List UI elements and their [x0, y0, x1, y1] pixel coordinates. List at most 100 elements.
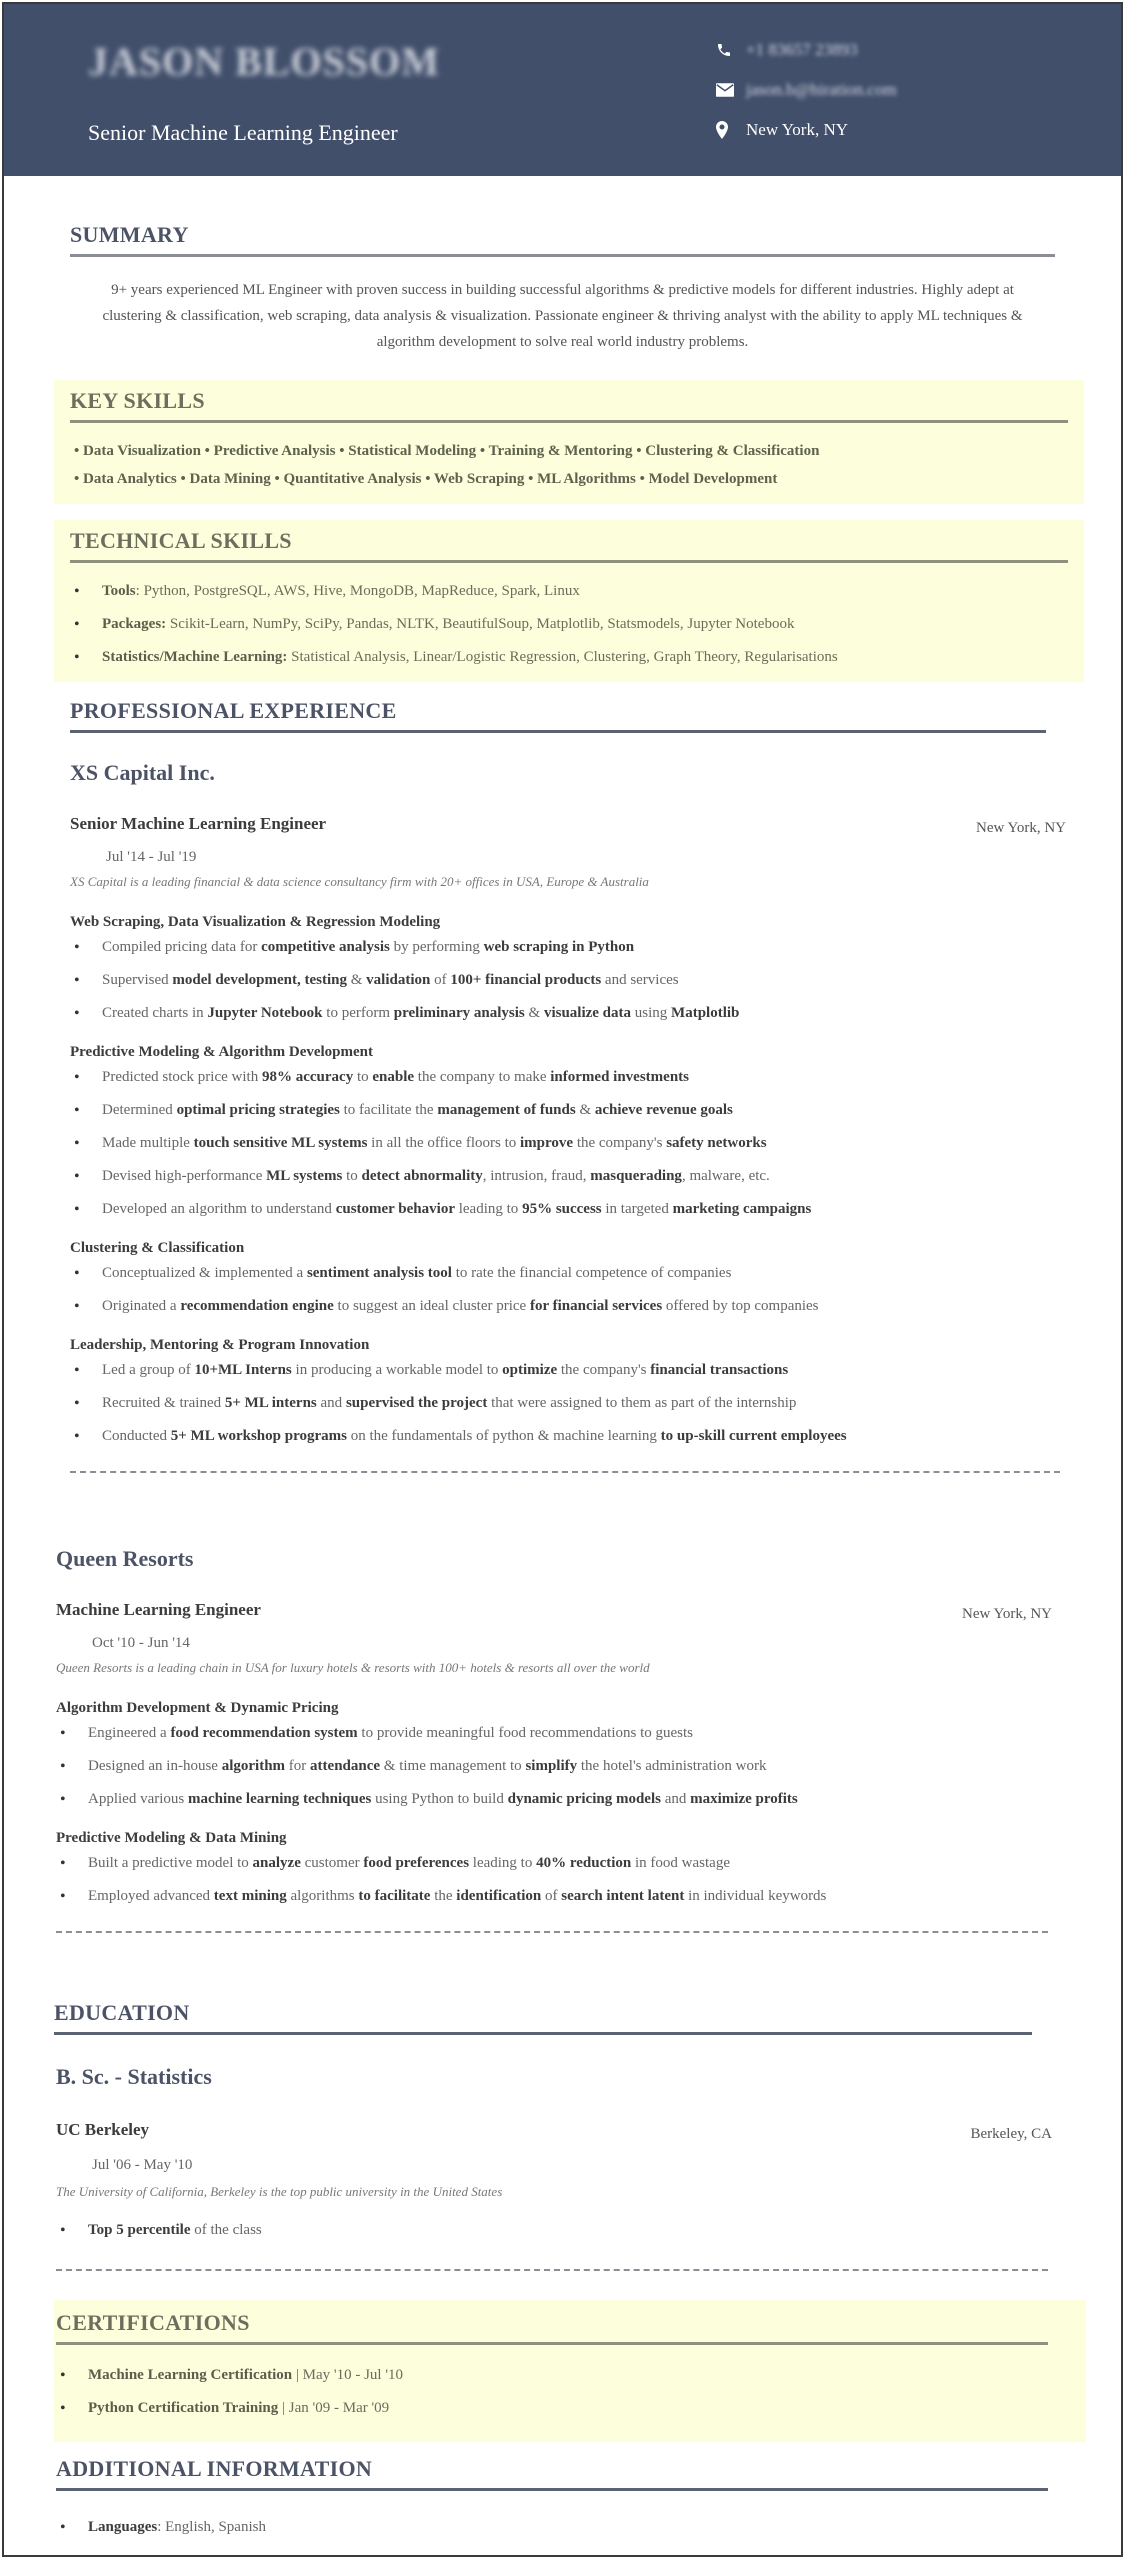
text: Originated a [102, 1298, 181, 1314]
technical-skills-list: Tools: Python, PostgreSQL, AWS, Hive, Mo… [70, 575, 1068, 674]
bold-text: informed investments [550, 1069, 690, 1085]
text: & [524, 1005, 544, 1021]
bold-text: attendance [310, 1758, 381, 1774]
skill-value: Statistical Analysis, Linear/Logistic Re… [291, 649, 838, 665]
job-title: Senior Machine Learning Engineer [70, 814, 327, 833]
contact-location-text: New York, NY [746, 120, 849, 139]
certification-dates: | May '10 - Jul '10 [292, 2367, 404, 2383]
technical-skill-item: Statistics/Machine Learning: Statistical… [70, 641, 1068, 674]
bold-text: achieve revenue goals [594, 1102, 733, 1118]
list-item: Predicted stock price with 98% accuracy … [70, 1061, 1066, 1094]
list-item: Developed an algorithm to understand cus… [70, 1193, 1066, 1226]
bold-text: web scraping in Python [483, 939, 635, 955]
education-bullets: Top 5 percentile of the class [56, 2214, 1052, 2247]
summary-rule [70, 254, 1055, 257]
list-item: Designed an in-house algorithm for atten… [56, 1750, 1052, 1783]
text: to [353, 1069, 373, 1085]
experience-section: PROFESSIONAL EXPERIENCE [70, 698, 1046, 733]
list-item: Originated a recommendation engine to su… [70, 1290, 1066, 1323]
job-dates: Jul '14 - Jul '19 [106, 849, 197, 865]
key-skills-rule [70, 420, 1068, 423]
text: by performing [389, 939, 484, 955]
text: Built a predictive model to [88, 1855, 253, 1871]
text: customer [300, 1855, 364, 1871]
skill-value: Scikit-Learn, NumPy, SciPy, Pandas, NLTK… [169, 616, 795, 632]
technical-skills-heading: TECHNICAL SKILLS [70, 528, 292, 553]
job-entry: XS Capital Inc. Senior Machine Learning E… [70, 760, 1066, 1473]
text: & time management to [380, 1758, 526, 1774]
job-title: Machine Learning Engineer [56, 1600, 261, 1619]
text: the company's [557, 1362, 651, 1378]
additional-list: Languages: English, Spanish [56, 2511, 1048, 2544]
text: Conceptualized & implemented a [102, 1265, 307, 1281]
bold-text: 5+ ML workshop programs [170, 1428, 347, 1444]
skill-label: Statistics/Machine Learning: [102, 649, 288, 665]
text: to provide meaningful food recommendatio… [357, 1725, 694, 1741]
text: Engineered a [88, 1725, 171, 1741]
text: in targeted [601, 1201, 673, 1217]
school-description: The University of California, Berkeley i… [56, 2184, 503, 2199]
technical-skill-item: Tools: Python, PostgreSQL, AWS, Hive, Mo… [70, 575, 1068, 608]
job-entry: Queen Resorts Machine Learning Engineer Ne… [56, 1546, 1052, 1933]
text: and [316, 1395, 346, 1411]
bold-text: Jupyter Notebook [207, 1005, 323, 1021]
additional-label: Languages [88, 2519, 158, 2535]
bold-text: enable [372, 1069, 415, 1085]
bold-text: search intent latent [561, 1888, 685, 1904]
bold-text: 100+ financial products [450, 972, 602, 988]
bold-text: recommendation engine [180, 1298, 334, 1314]
bold-text: identification [456, 1888, 542, 1904]
bold-text: simplify [525, 1758, 578, 1774]
achievement-list: Engineered a food recommendation system … [56, 1717, 1052, 1816]
education-dates: Jul '06 - May '10 [92, 2157, 193, 2173]
text: the company's [573, 1135, 667, 1151]
text: & [575, 1102, 595, 1118]
skill-label: Tools [102, 583, 136, 599]
certifications-section: CERTIFICATIONS Machine Learning Certific… [54, 2300, 1086, 2442]
text: leading to [454, 1201, 523, 1217]
bold-text: 10+ML Interns [194, 1362, 292, 1378]
text: for [285, 1758, 311, 1774]
job-divider [70, 1471, 1060, 1473]
additional-separator: : [157, 2519, 166, 2535]
bold-text: visualize data [543, 1005, 632, 1021]
text: using Python to build [371, 1791, 508, 1807]
list-item: Conceptualized & implemented a sentiment… [70, 1257, 1066, 1290]
text: in producing a workable model to [291, 1362, 503, 1378]
bold-text: financial transactions [650, 1362, 789, 1378]
text: to suggest an ideal cluster price [333, 1298, 530, 1314]
list-item: Made multiple touch sensitive ML systems… [70, 1127, 1066, 1160]
skill-separator: : [135, 583, 144, 599]
text: Supervised [102, 972, 173, 988]
bold-text: Top 5 percentile [88, 2222, 191, 2238]
contact-location: New York, NY [716, 110, 897, 150]
bold-text: management of funds [437, 1102, 576, 1118]
bold-text: food recommendation system [170, 1725, 358, 1741]
bold-text: sentiment analysis tool [306, 1265, 452, 1281]
text: in all the office floors to [367, 1135, 521, 1151]
bold-text: machine learning techniques [187, 1791, 372, 1807]
text: to [342, 1168, 362, 1184]
job-location: New York, NY [961, 1606, 1052, 1622]
list-item: Applied various machine learning techniq… [56, 1783, 1052, 1816]
education-entry: B. Sc. - Statistics UC Berkeley Berkeley… [56, 2064, 1052, 2271]
list-item: Engineered a food recommendation system … [56, 1717, 1052, 1750]
bold-text: optimal pricing strategies [176, 1102, 340, 1118]
school-location: Berkeley, CA [970, 2126, 1052, 2142]
text: in individual keywords [684, 1888, 827, 1904]
text: Recruited & trained [102, 1395, 225, 1411]
company-name: Queen Resorts [56, 1546, 194, 1571]
experience-heading: PROFESSIONAL EXPERIENCE [70, 698, 397, 723]
email-icon [716, 83, 746, 97]
key-skills-section: KEY SKILLS • Data Visualization • Predic… [54, 380, 1084, 504]
additional-value: English, Spanish [165, 2519, 266, 2535]
key-skills-heading: KEY SKILLS [70, 388, 205, 413]
job-dates: Oct '10 - Jun '14 [92, 1635, 190, 1651]
bold-text: model development, testing [172, 972, 347, 988]
bold-text: to facilitate [358, 1888, 431, 1904]
text: Determined [102, 1102, 177, 1118]
text: that were assigned to them as part of th… [487, 1395, 797, 1411]
experience-rule [70, 730, 1046, 733]
text: in food wastage [631, 1855, 730, 1871]
certifications-list: Machine Learning Certification | May '10… [56, 2359, 1086, 2425]
